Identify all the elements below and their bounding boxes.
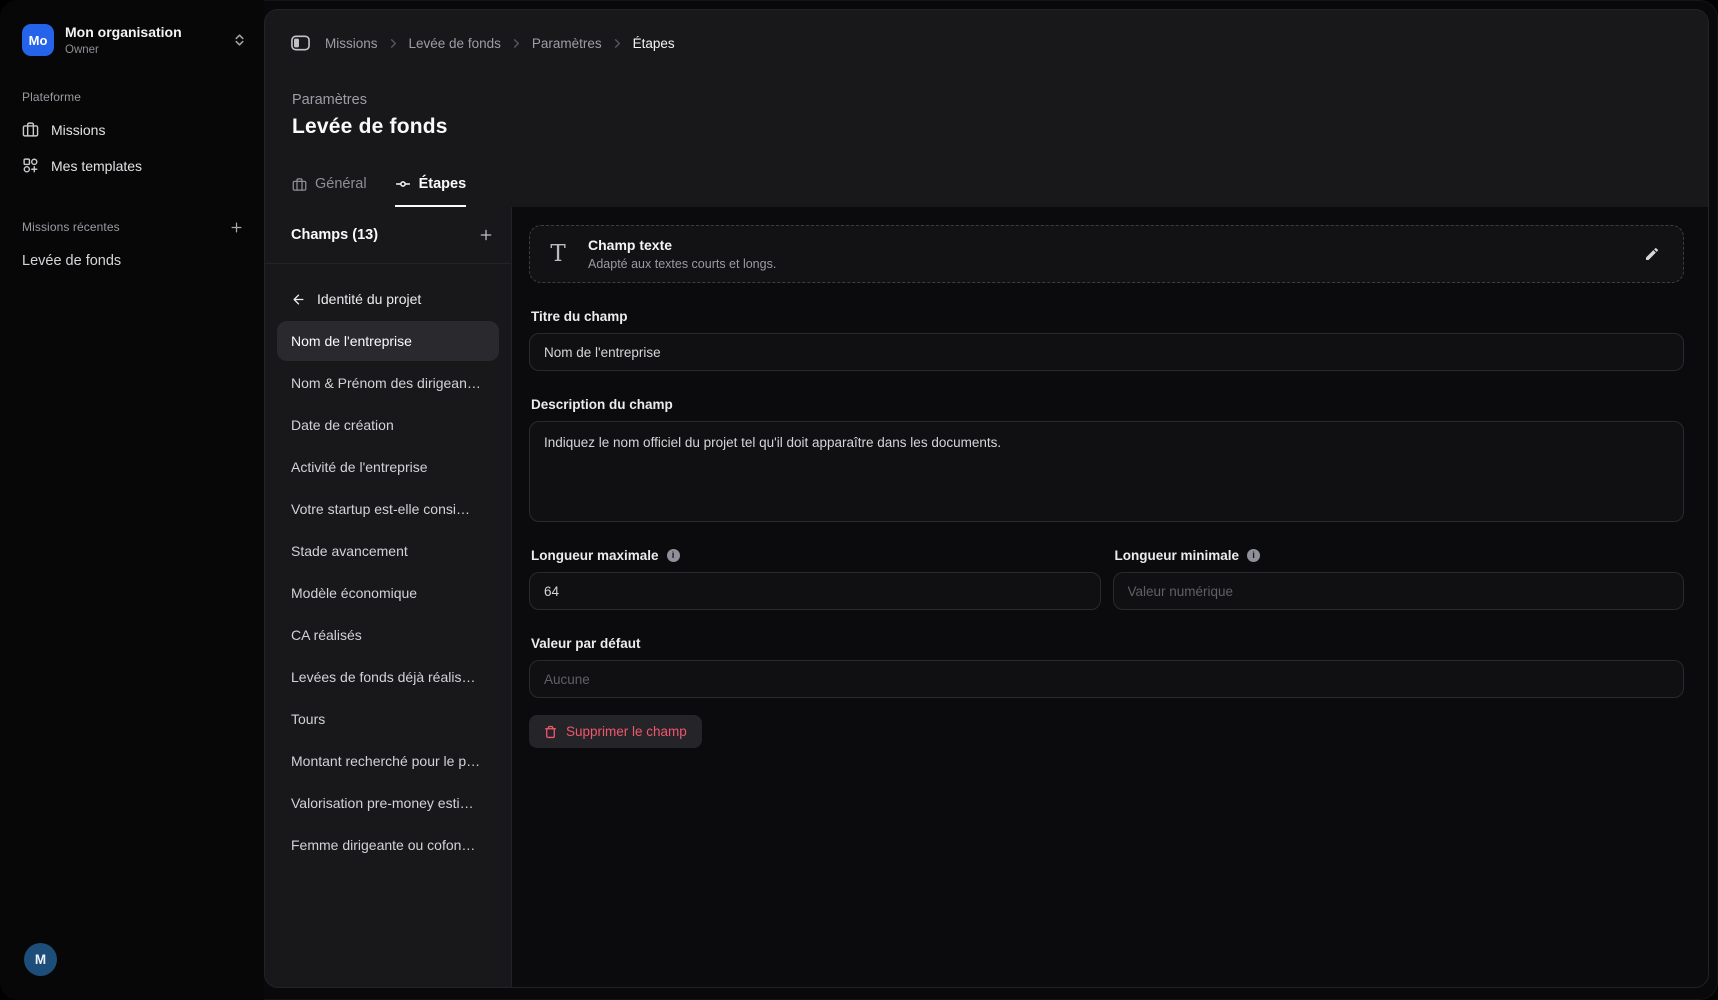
add-mission-button[interactable] bbox=[229, 220, 244, 235]
chevron-right-icon bbox=[511, 38, 522, 49]
field-item[interactable]: Votre startup est-elle consi… bbox=[277, 489, 499, 529]
field-item[interactable]: Stade avancement bbox=[277, 531, 499, 571]
chevron-updown-icon[interactable] bbox=[233, 33, 246, 47]
platform-section-label: Plateforme bbox=[0, 90, 264, 104]
templates-icon bbox=[22, 157, 39, 174]
field-item[interactable]: Femme dirigeante ou cofon… bbox=[277, 825, 499, 865]
field-list: Nom de l'entrepriseNom & Prénom des diri… bbox=[277, 321, 499, 865]
org-role: Owner bbox=[65, 43, 182, 57]
field-group-back[interactable]: Identité du projet bbox=[277, 285, 499, 313]
org-switcher[interactable]: Mo Mon organisation Owner bbox=[0, 0, 264, 57]
tab-label: Étapes bbox=[419, 176, 467, 192]
content-header: Missions Levée de fonds Paramètres Étape… bbox=[265, 10, 1708, 207]
field-item[interactable]: Date de création bbox=[277, 405, 499, 445]
field-type-card: T Champ texte Adapté aux textes courts e… bbox=[529, 225, 1684, 283]
edit-field-type-button[interactable] bbox=[1635, 237, 1669, 271]
steps-icon bbox=[395, 176, 411, 192]
field-title-label: Titre du champ bbox=[531, 309, 1684, 324]
field-item[interactable]: Nom de l'entreprise bbox=[277, 321, 499, 361]
max-length-label: Longueur maximale bbox=[531, 548, 659, 563]
default-value-label: Valeur par défaut bbox=[531, 636, 1684, 651]
field-item[interactable]: Modèle économique bbox=[277, 573, 499, 613]
field-description-label: Description du champ bbox=[531, 397, 1684, 412]
tab-general[interactable]: Général bbox=[292, 176, 367, 207]
trash-icon bbox=[544, 725, 557, 739]
info-icon[interactable]: i bbox=[1247, 549, 1260, 562]
app-window: Mo Mon organisation Owner Plateforme Mis… bbox=[0, 0, 1718, 1000]
tab-etapes[interactable]: Étapes bbox=[395, 176, 467, 207]
briefcase-icon bbox=[22, 121, 39, 138]
org-avatar: Mo bbox=[22, 24, 54, 56]
sidebar-toggle-icon[interactable] bbox=[291, 35, 310, 51]
max-length-input[interactable] bbox=[529, 572, 1101, 610]
field-item[interactable]: CA réalisés bbox=[277, 615, 499, 655]
tab-bar: Général Étapes bbox=[291, 176, 1682, 207]
field-item[interactable]: Levées de fonds déjà réalis… bbox=[277, 657, 499, 697]
field-item[interactable]: Valorisation pre-money esti… bbox=[277, 783, 499, 823]
fields-panel-title: Champs (13) bbox=[291, 227, 378, 243]
recent-missions-label: Missions récentes bbox=[22, 220, 120, 234]
min-length-input[interactable] bbox=[1113, 572, 1685, 610]
page-eyebrow: Paramètres bbox=[292, 92, 1682, 108]
briefcase-icon bbox=[292, 177, 307, 192]
sidebar-item-label: Missions bbox=[51, 122, 105, 138]
field-item[interactable]: Activité de l'entreprise bbox=[277, 447, 499, 487]
sidebar-item-label: Mes templates bbox=[51, 158, 142, 174]
delete-field-button[interactable]: Supprimer le champ bbox=[529, 715, 702, 748]
add-field-button[interactable] bbox=[478, 227, 494, 243]
sidebar: Mo Mon organisation Owner Plateforme Mis… bbox=[0, 0, 264, 1000]
arrow-left-icon bbox=[291, 292, 306, 307]
delete-field-label: Supprimer le champ bbox=[566, 724, 687, 739]
sidebar-item-templates[interactable]: Mes templates bbox=[0, 148, 264, 184]
tab-label: Général bbox=[315, 176, 367, 192]
field-editor: T Champ texte Adapté aux textes courts e… bbox=[512, 207, 1708, 987]
chevron-right-icon bbox=[388, 38, 399, 49]
info-icon[interactable]: i bbox=[667, 549, 680, 562]
min-length-label: Longueur minimale bbox=[1115, 548, 1240, 563]
field-item[interactable]: Tours bbox=[277, 699, 499, 739]
breadcrumb-item-current: Étapes bbox=[633, 36, 675, 51]
user-avatar[interactable]: M bbox=[24, 943, 57, 976]
breadcrumb-item[interactable]: Missions bbox=[325, 36, 378, 51]
page-title: Levée de fonds bbox=[292, 115, 1682, 139]
recent-mission-levee-de-fonds[interactable]: Levée de fonds bbox=[0, 247, 264, 275]
field-group-label: Identité du projet bbox=[317, 291, 421, 307]
breadcrumb: Missions Levée de fonds Paramètres Étape… bbox=[291, 35, 1682, 51]
field-item[interactable]: Montant recherché pour le p… bbox=[277, 741, 499, 781]
pencil-icon bbox=[1644, 246, 1660, 262]
field-type-subtitle: Adapté aux textes courts et longs. bbox=[588, 257, 776, 271]
text-field-type-icon: T bbox=[545, 243, 571, 266]
default-value-input[interactable] bbox=[529, 660, 1684, 698]
sidebar-item-missions[interactable]: Missions bbox=[0, 112, 264, 148]
org-name: Mon organisation bbox=[65, 24, 182, 42]
main-content: Missions Levée de fonds Paramètres Étape… bbox=[264, 9, 1709, 988]
field-title-input[interactable] bbox=[529, 333, 1684, 371]
fields-panel: Champs (13) Identité du bbox=[265, 207, 512, 987]
field-item[interactable]: Nom & Prénom des dirigean… bbox=[277, 363, 499, 403]
breadcrumb-item[interactable]: Paramètres bbox=[532, 36, 602, 51]
field-type-title: Champ texte bbox=[588, 237, 776, 253]
breadcrumb-item[interactable]: Levée de fonds bbox=[409, 36, 501, 51]
field-description-textarea[interactable]: Indiquez le nom officiel du projet tel q… bbox=[529, 421, 1684, 522]
chevron-right-icon bbox=[612, 38, 623, 49]
